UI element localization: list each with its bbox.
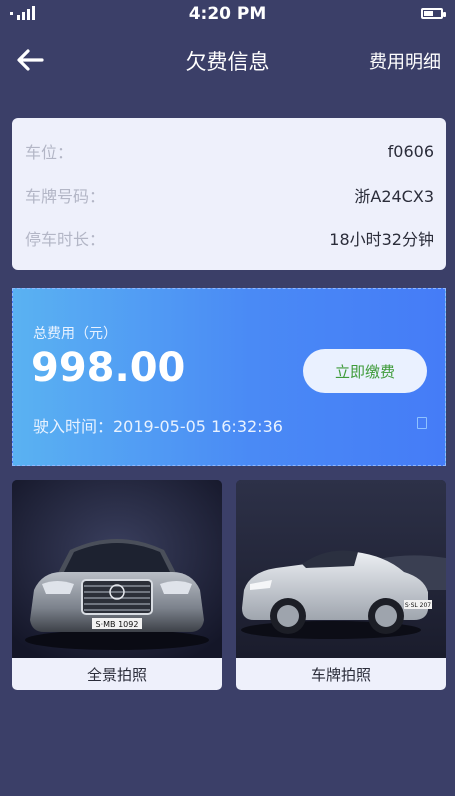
side-plate-text: S·SL 207 (405, 602, 431, 609)
pay-now-button[interactable]: 立即缴费 (303, 349, 427, 393)
info-value: 浙A24CX3 (354, 187, 434, 206)
info-row-duration: 停车时长： 18小时32分钟 (25, 226, 434, 250)
plate-photo[interactable]: S·SL 207 车牌拍照 (236, 480, 446, 690)
info-label: 停车时长： (25, 230, 106, 249)
front-plate-text: S·MB 1092 (96, 620, 139, 629)
info-value: 18小时32分钟 (329, 230, 434, 249)
copy-icon[interactable] (417, 417, 427, 429)
info-row-space: 车位： f0606 (25, 139, 434, 163)
info-row-plate: 车牌号码： 浙A24CX3 (25, 183, 434, 207)
nav-bar: 欠费信息 费用明细 (0, 40, 455, 80)
photo-caption: 全景拍照 (12, 658, 222, 690)
front-car-image: S·MB 1092 (12, 480, 222, 658)
info-label: 车位： (25, 143, 74, 162)
status-time: 4:20 PM (188, 4, 267, 24)
fee-details-link[interactable]: 费用明细 (369, 48, 441, 74)
total-fee-amount: 998.00 (31, 345, 186, 391)
parking-info-card: 车位： f0606 车牌号码： 浙A24CX3 停车时长： 18小时32分钟 (12, 118, 446, 270)
info-label: 车牌号码： (25, 187, 106, 206)
entry-time: 驶入时间：2019-05-05 16:32:36 (33, 417, 283, 436)
total-fee-label: 总费用（元） (33, 326, 117, 342)
photo-caption: 车牌拍照 (236, 658, 446, 690)
panorama-photo[interactable]: S·MB 1092 全景拍照 (12, 480, 222, 690)
status-bar: 4:20 PM (0, 0, 455, 28)
info-value: f0606 (387, 141, 434, 161)
battery-icon (421, 8, 446, 19)
side-car-image: S·SL 207 (236, 480, 446, 658)
fee-card: 总费用（元） 998.00 立即缴费 驶入时间：2019-05-05 16:32… (12, 288, 446, 466)
